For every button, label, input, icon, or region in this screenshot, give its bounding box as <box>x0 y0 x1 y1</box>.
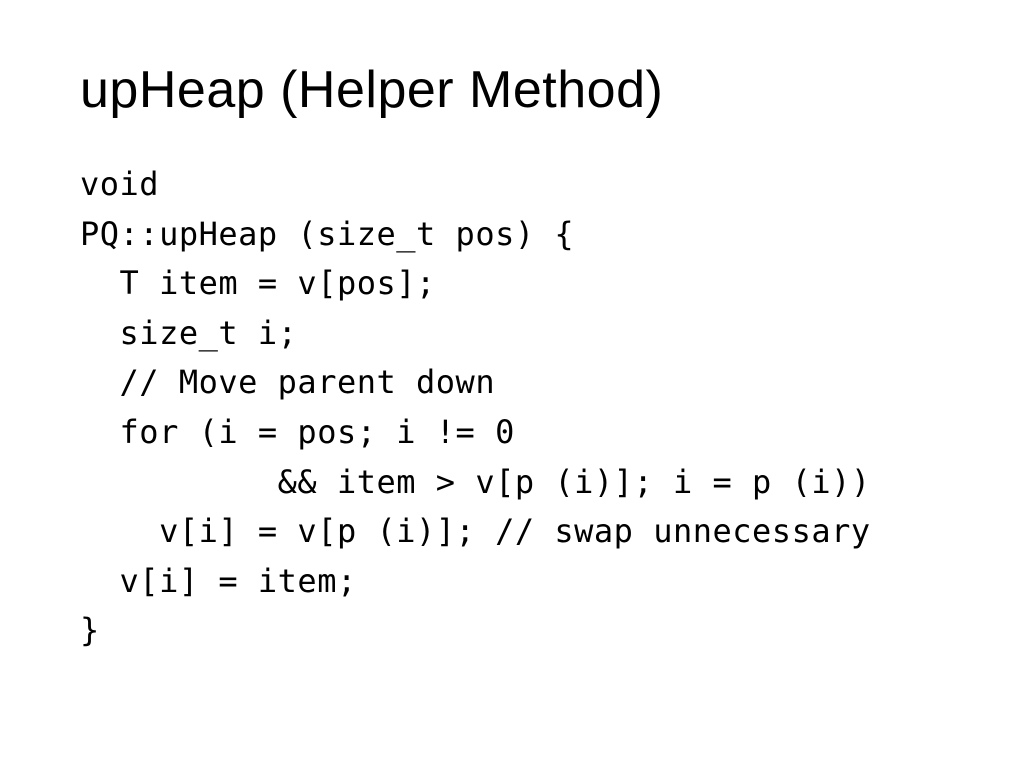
code-line: void <box>80 165 159 203</box>
code-line: v[i] = item; <box>80 562 357 600</box>
code-block: void PQ::upHeap (size_t pos) { T item = … <box>80 160 944 656</box>
code-line: T item = v[pos]; <box>80 264 436 302</box>
code-line: && item > v[p (i)]; i = p (i)) <box>80 463 871 501</box>
code-line: } <box>80 611 100 649</box>
code-line: PQ::upHeap (size_t pos) { <box>80 215 574 253</box>
code-line: size_t i; <box>80 314 297 352</box>
code-line: for (i = pos; i != 0 <box>80 413 515 451</box>
code-line: v[i] = v[p (i)]; // swap unnecessary <box>80 512 871 550</box>
slide: upHeap (Helper Method) void PQ::upHeap (… <box>0 0 1024 768</box>
code-line: // Move parent down <box>80 363 495 401</box>
slide-title: upHeap (Helper Method) <box>80 60 944 120</box>
